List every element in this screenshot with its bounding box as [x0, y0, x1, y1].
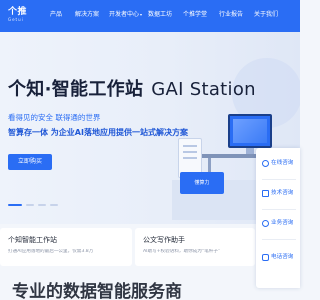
chevron-down-icon: [140, 13, 143, 16]
online-consult-button[interactable]: 在线咨询: [256, 152, 300, 176]
nav-item-label: 个推学堂: [183, 11, 208, 18]
nav-item-label: 解决方案: [75, 11, 100, 18]
nav-item-academy[interactable]: 个推学堂: [183, 11, 207, 19]
display-panel-illustration: 懂算力: [180, 172, 224, 194]
divider: [262, 179, 296, 180]
nav-item-about-us[interactable]: 关于我们: [254, 11, 278, 19]
card-description: 打通AI应用落地的最后一公里，仅需3.8万: [8, 249, 94, 254]
display-panel-text: 懂算力: [194, 180, 210, 186]
nav-item-label: 开发者中心: [109, 11, 140, 18]
nav-item-label: 行业报告: [219, 11, 244, 18]
carousel-dot[interactable]: [38, 204, 46, 206]
nav-item-solutions[interactable]: 解决方案: [75, 11, 99, 19]
monitor-illustration: [228, 114, 272, 148]
monitor-screen: [233, 119, 267, 143]
doc-icon: [262, 190, 269, 197]
logo-text: 个推: [8, 7, 28, 17]
section-heading: 专业的数据智能服务商: [12, 282, 182, 300]
monitor-stand: [246, 148, 254, 154]
business-consult-button[interactable]: 业务咨询: [256, 212, 300, 236]
top-nav: 个推 Getui 产品 解决方案 开发者中心 数据工坊 个推学堂 行业报告 关于…: [0, 0, 300, 32]
headset-icon: [262, 220, 269, 227]
logo[interactable]: 个推 Getui: [8, 7, 38, 25]
nav-item-label: 数据工坊: [148, 11, 173, 18]
hero-banner: 懂算力 个知·智能工作站 GAI Station 看得见的安全 联得通的世界 智算…: [0, 32, 300, 224]
card-description: AI助写+校验语料，助你成为“笔杆子”: [143, 249, 221, 254]
carousel-dot-active[interactable]: [8, 204, 22, 206]
contact-float-panel: 在线咨询 技术咨询 业务咨询 电话咨询: [256, 148, 300, 288]
hero-title-en: GAI Station: [151, 79, 256, 100]
card-title: 个知智能工作站: [8, 236, 57, 244]
phone-consult-button[interactable]: 电话咨询: [256, 246, 300, 270]
server-slot: [183, 151, 197, 153]
divider: [262, 239, 296, 240]
nav-item-products[interactable]: 产品: [50, 11, 62, 19]
server-slot: [183, 157, 197, 159]
nav-item-industry-reports[interactable]: 行业报告: [219, 11, 243, 19]
float-item-label: 业务咨询: [271, 220, 294, 226]
carousel-dot[interactable]: [26, 204, 34, 206]
float-item-label: 技术咨询: [271, 190, 294, 196]
hero-title: 个知·智能工作站 GAI Station: [8, 79, 256, 101]
hero-tagline: 看得见的安全 联得通的世界: [8, 113, 101, 122]
carousel-dot[interactable]: [50, 204, 58, 206]
feature-card-ai-station[interactable]: 个知智能工作站 打通AI应用落地的最后一公里，仅需3.8万: [0, 228, 132, 266]
server-slot: [183, 145, 197, 147]
chat-icon: [262, 160, 269, 167]
nav-item-data-workshop[interactable]: 数据工坊: [148, 11, 172, 19]
hero-title-cn: 个知·智能工作站: [8, 79, 144, 100]
buy-now-button[interactable]: 立即购买: [8, 154, 52, 170]
feature-card-writing-assistant[interactable]: 公文写作助手 AI助写+校验语料，助你成为“笔杆子”: [135, 228, 255, 266]
hero-subtitle: 智算存一体 为企业AI落地应用提供一站式解决方案: [8, 128, 188, 137]
nav-item-developer-center[interactable]: 开发者中心: [109, 11, 143, 19]
divider: [262, 209, 296, 210]
logo-subtext: Getui: [8, 17, 24, 22]
float-item-label: 在线咨询: [271, 160, 294, 166]
card-title: 公文写作助手: [143, 236, 185, 244]
nav-item-label: 产品: [50, 11, 63, 18]
nav-item-label: 关于我们: [254, 11, 279, 18]
float-item-label: 电话咨询: [271, 254, 294, 260]
tech-consult-button[interactable]: 技术咨询: [256, 182, 300, 206]
phone-icon: [262, 254, 269, 261]
